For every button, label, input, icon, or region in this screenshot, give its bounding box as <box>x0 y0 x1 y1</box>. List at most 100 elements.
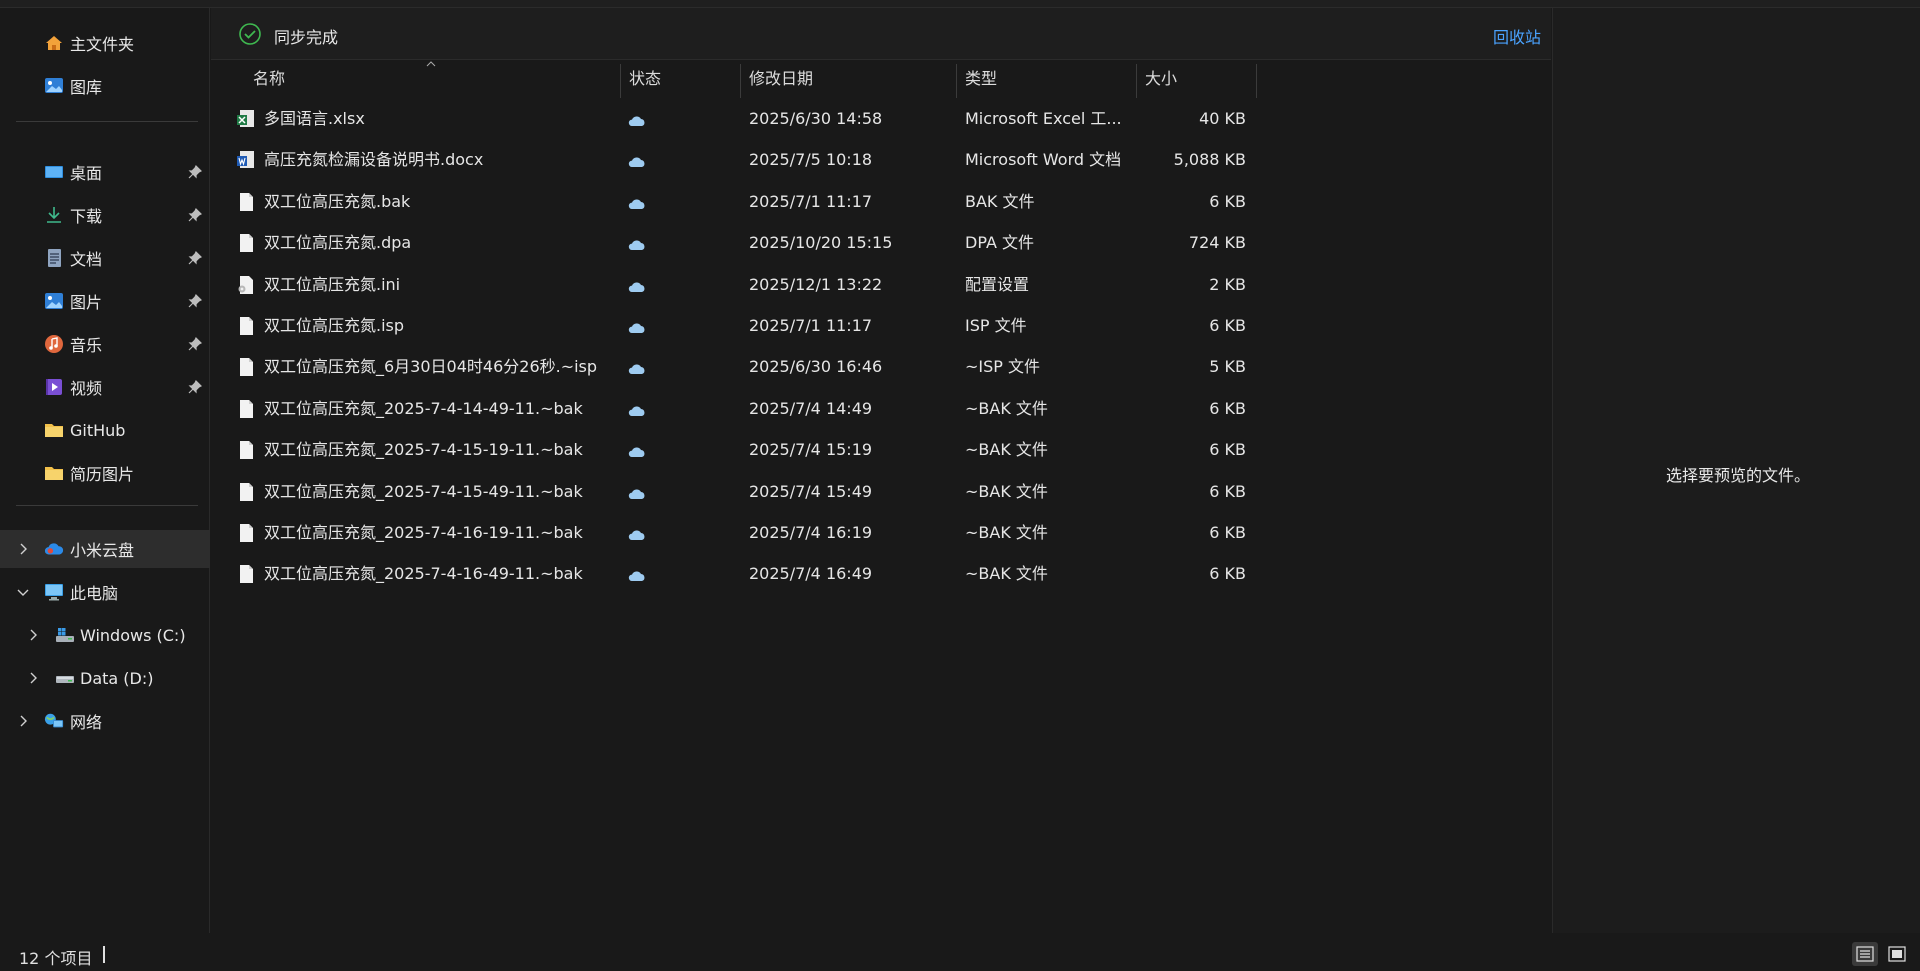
chevron-right-icon[interactable] <box>26 628 40 642</box>
chevron-right-icon[interactable] <box>16 542 30 556</box>
file-modified: 2025/6/30 16:46 <box>749 357 883 377</box>
table-row[interactable]: 双工位高压充氮_2025-7-4-16-49-11.~bak 2025/7/4 1… <box>211 553 1261 594</box>
config-file-icon <box>237 275 255 295</box>
file-name: 双工位高压充氮.dpa <box>264 233 412 253</box>
sidebar-item-home[interactable]: 主文件夹 <box>0 24 210 62</box>
cloud-status-icon <box>628 402 646 416</box>
preview-pane: 选择要预览的文件。 <box>1552 8 1920 933</box>
sync-status-bar: 同步完成 回收站 <box>211 8 1551 60</box>
file-modified: 2025/10/20 15:15 <box>749 233 893 253</box>
sidebar-item-documents[interactable]: 文档 <box>0 239 210 277</box>
sidebar-item-label: 图片 <box>70 293 103 312</box>
pin-icon <box>188 251 202 265</box>
column-divider[interactable] <box>740 64 741 98</box>
column-divider[interactable] <box>1136 64 1137 98</box>
column-header-modified[interactable]: 修改日期 <box>749 60 949 98</box>
sidebar-item-data-d[interactable]: Data (D:) <box>0 659 210 697</box>
sidebar-item-downloads[interactable]: 下载 <box>0 196 210 234</box>
sidebar-item-xiaomi-cloud[interactable]: 小米云盘 <box>0 530 210 568</box>
file-type: 配置设置 <box>965 274 1030 294</box>
sync-status-text: 同步完成 <box>274 28 339 47</box>
cloud-drive-icon <box>44 539 64 559</box>
file-icon <box>237 440 255 460</box>
table-row[interactable]: 双工位高压充氮.dpa 2025/10/20 15:15 DPA 文件 724 KB <box>211 222 1261 263</box>
preview-placeholder: 选择要预览的文件。 <box>1666 466 1811 485</box>
file-modified: 2025/7/1 11:17 <box>749 316 873 335</box>
column-divider[interactable] <box>620 64 621 98</box>
table-row[interactable]: 双工位高压充氮_6月30日04时46分26秒.~isp 2025/6/30 16:… <box>211 346 1261 387</box>
sidebar-item-windows-c[interactable]: Windows (C:) <box>0 616 210 654</box>
cloud-status-icon <box>628 319 646 333</box>
sidebar-item-pictures[interactable]: 图片 <box>0 282 210 320</box>
file-modified: 2025/7/1 11:17 <box>749 191 873 211</box>
sidebar-item-label: 文档 <box>70 250 103 269</box>
file-name: 双工位高压充氮.ini <box>264 274 401 294</box>
file-name: 双工位高压充氮_2025-7-4-14-49-11.~bak <box>264 398 583 418</box>
table-row[interactable]: 双工位高压充氮.isp 2025/7/1 11:17 ISP 文件 6 KB <box>211 305 1261 346</box>
sidebar-item-label: 图库 <box>70 78 103 97</box>
file-icon <box>237 192 255 212</box>
column-header-status[interactable]: 状态 <box>629 60 739 98</box>
file-icon <box>237 564 255 584</box>
column-header-name[interactable]: 名称 <box>253 60 623 98</box>
sidebar-item-resume-pictures[interactable]: 简历图片 <box>0 454 210 492</box>
file-size: 6 KB <box>1209 316 1246 335</box>
sidebar-divider <box>16 121 198 122</box>
data-drive-icon <box>55 668 75 688</box>
chevron-right-icon[interactable] <box>16 714 30 728</box>
sidebar-item-github[interactable]: GitHub <box>0 411 210 449</box>
file-size: 6 KB <box>1209 440 1246 460</box>
file-type: DPA 文件 <box>965 233 1034 253</box>
sidebar-item-label: 音乐 <box>70 336 103 355</box>
column-header-type[interactable]: 类型 <box>965 60 1135 98</box>
table-row[interactable]: 高压充氮检漏设备说明书.docx 2025/7/5 10:18 Microsoft … <box>211 139 1261 180</box>
navigation-pane: 主文件夹 图库 桌面 下载 文档 图片 音乐 视频 GitHub 简历图片 小米… <box>0 8 210 933</box>
file-type: ISP 文件 <box>965 316 1027 335</box>
file-icon <box>237 233 255 253</box>
cloud-status-icon <box>628 443 646 458</box>
details-view-icon <box>1856 946 1874 962</box>
table-row[interactable]: 双工位高压充氮_2025-7-4-14-49-11.~bak 2025/7/4 1… <box>211 388 1261 429</box>
pin-icon <box>188 294 202 308</box>
recycle-bin-link[interactable]: 回收站 <box>1493 24 1541 48</box>
network-icon <box>44 711 64 731</box>
column-divider[interactable] <box>1256 64 1257 98</box>
chevron-right-icon[interactable] <box>26 671 40 685</box>
sidebar-item-desktop[interactable]: 桌面 <box>0 153 210 191</box>
sidebar-item-music[interactable]: 音乐 <box>0 325 210 363</box>
file-size: 6 KB <box>1209 398 1246 418</box>
column-header-size[interactable]: 大小 <box>1145 60 1245 98</box>
file-size: 6 KB <box>1209 523 1246 542</box>
table-row[interactable]: 多国语言.xlsx 2025/6/30 14:58 Microsoft Excel … <box>211 98 1261 139</box>
table-row[interactable]: 双工位高压充氮_2025-7-4-15-19-11.~bak 2025/7/4 1… <box>211 429 1261 470</box>
sidebar-item-videos[interactable]: 视频 <box>0 368 210 406</box>
tiles-view-icon <box>1888 946 1906 962</box>
file-icon <box>237 399 255 419</box>
file-size: 5,088 KB <box>1173 150 1246 170</box>
documents-icon <box>44 248 64 268</box>
file-type: BAK 文件 <box>965 191 1035 211</box>
sidebar-item-this-pc[interactable]: 此电脑 <box>0 573 210 611</box>
table-row[interactable]: 双工位高压充氮_2025-7-4-15-49-11.~bak 2025/7/4 1… <box>211 471 1261 512</box>
file-name: 多国语言.xlsx <box>264 109 365 128</box>
column-divider[interactable] <box>956 64 957 98</box>
check-circle-icon <box>239 23 261 45</box>
sidebar-item-gallery[interactable]: 图库 <box>0 67 210 105</box>
windows-drive-icon <box>55 625 75 645</box>
file-modified: 2025/6/30 14:58 <box>749 109 883 128</box>
tiles-view-button[interactable] <box>1884 942 1910 966</box>
videos-icon <box>44 377 64 397</box>
table-row[interactable]: 双工位高压充氮.ini 2025/12/1 13:22 配置设置 2 KB <box>211 264 1261 305</box>
details-view-button[interactable] <box>1852 942 1878 966</box>
table-row[interactable]: 双工位高压充氮_2025-7-4-16-19-11.~bak 2025/7/4 1… <box>211 512 1261 553</box>
this-pc-icon <box>44 582 64 602</box>
column-header-row: 名称 状态 修改日期 类型 大小 <box>211 60 1551 98</box>
chevron-down-icon[interactable] <box>16 585 30 599</box>
sidebar-item-label: 桌面 <box>70 164 103 183</box>
sidebar-item-network[interactable]: 网络 <box>0 702 210 740</box>
pin-icon <box>188 165 202 179</box>
table-row[interactable]: 双工位高压充氮.bak 2025/7/1 11:17 BAK 文件 6 KB <box>211 181 1261 222</box>
sidebar-item-label: Windows (C:) <box>80 625 186 645</box>
pin-icon <box>188 380 202 394</box>
gallery-icon <box>44 76 64 96</box>
